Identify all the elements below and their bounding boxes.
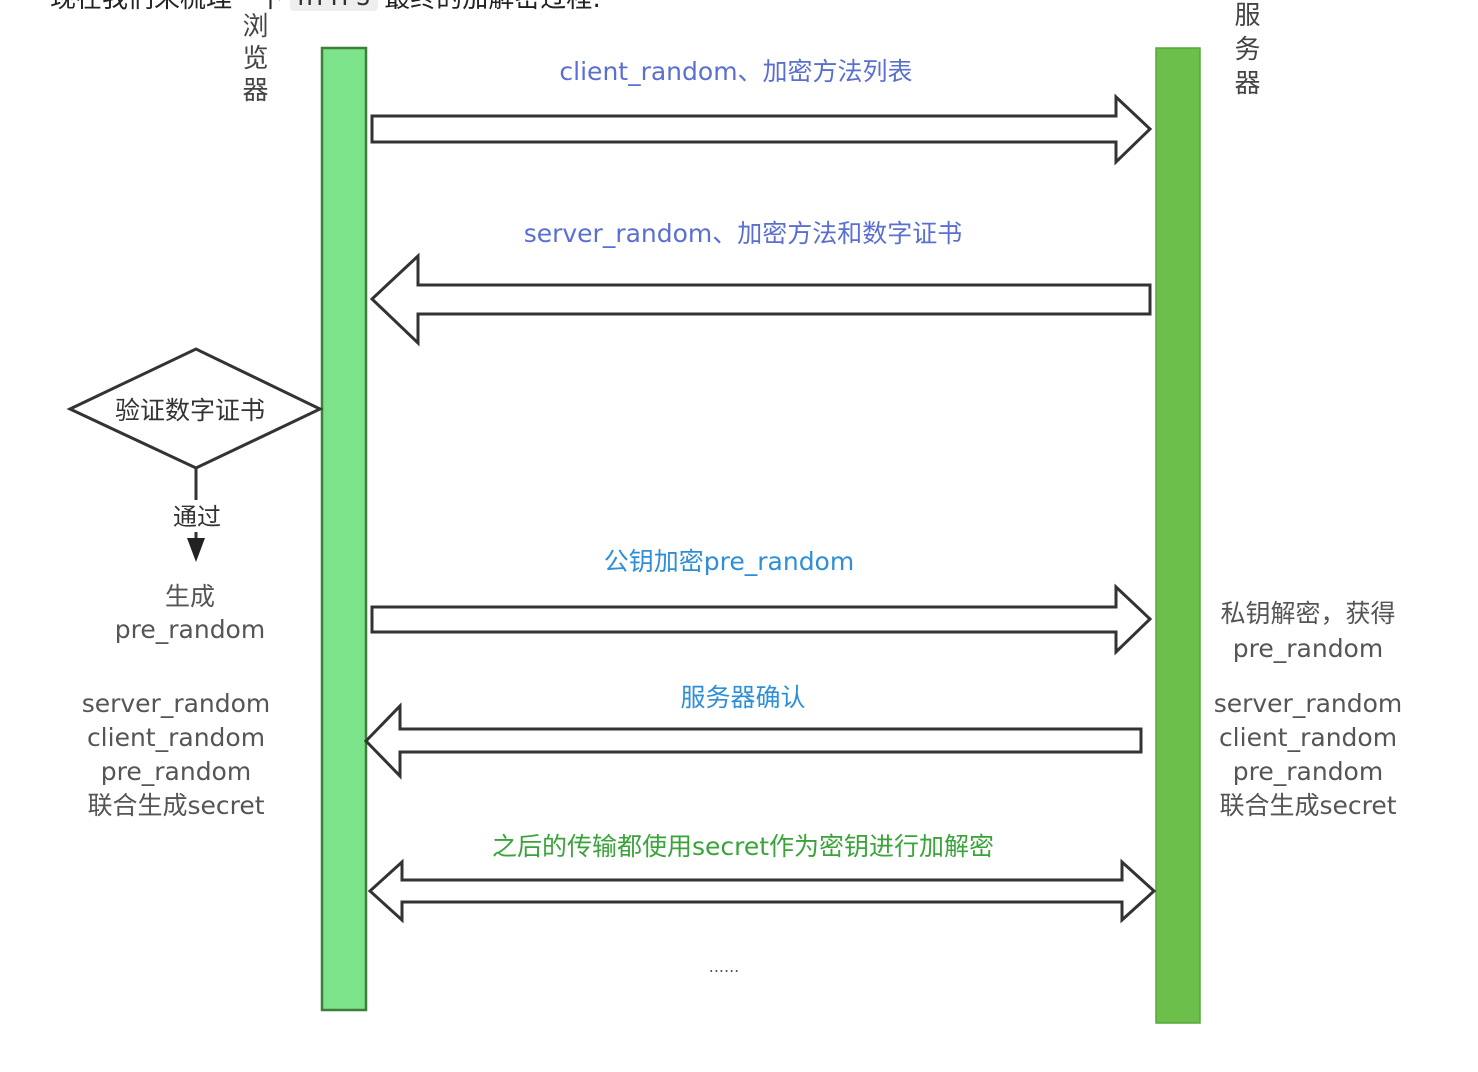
server-decrypt-label: 私钥解密，获得 bbox=[1220, 599, 1395, 628]
pass-arrowhead bbox=[187, 538, 205, 562]
browser-combine-pre-random: pre_random bbox=[101, 757, 251, 786]
message-label-5: 之后的传输都使用secret作为密钥进行加解密 bbox=[492, 832, 994, 861]
https-handshake-diagram: 浏览器 服务器 client_random、加密方法列表 server_rand… bbox=[66, 1, 1403, 1024]
pass-label: 通过 bbox=[173, 503, 221, 531]
arrow-right-1 bbox=[370, 93, 1153, 166]
browser-combine-secret: 联合生成secret bbox=[87, 791, 264, 820]
generate-pre-random: pre_random bbox=[115, 615, 265, 644]
message-label-1: client_random、加密方法列表 bbox=[559, 57, 912, 86]
verify-certificate-label: 验证数字证书 bbox=[115, 396, 265, 425]
browser-lifeline bbox=[320, 46, 368, 1012]
generate-label: 生成 bbox=[165, 582, 215, 611]
ellipsis: ...... bbox=[709, 957, 740, 976]
browser-label: 浏览器 bbox=[238, 12, 268, 108]
arrow-double-5 bbox=[367, 858, 1157, 924]
server-combine-secret: 联合生成secret bbox=[1219, 791, 1396, 820]
server-combine-pre-random: pre_random bbox=[1233, 757, 1383, 786]
server-lifeline bbox=[1155, 47, 1201, 1024]
arrow-left-2 bbox=[369, 252, 1152, 347]
message-label-3: 公钥加密pre_random bbox=[604, 547, 854, 576]
browser-combine-server-random: server_random bbox=[82, 689, 271, 718]
server-combine-server-random: server_random bbox=[1214, 689, 1403, 718]
arrow-right-3 bbox=[370, 583, 1153, 656]
server-decrypt-pre-random: pre_random bbox=[1233, 634, 1383, 663]
message-label-4: 服务器确认 bbox=[680, 683, 805, 712]
message-label-2: server_random、加密方法和数字证书 bbox=[524, 219, 963, 248]
browser-combine-client-random: client_random bbox=[87, 723, 265, 752]
server-combine-client-random: client_random bbox=[1219, 723, 1397, 752]
server-label: 服务器 bbox=[1230, 1, 1260, 103]
arrow-left-4 bbox=[363, 702, 1143, 780]
